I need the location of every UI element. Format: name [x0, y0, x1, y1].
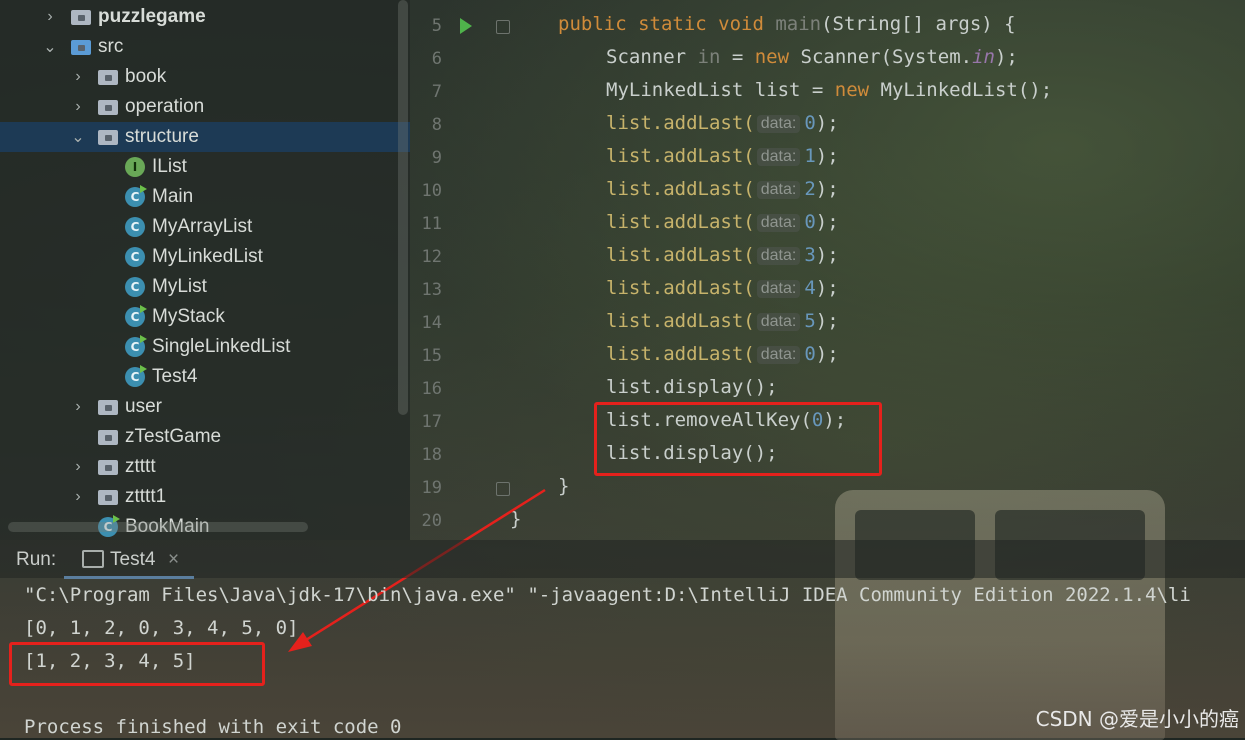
console-line-exit: Process finished with exit code 0 — [24, 716, 402, 738]
tab-test4[interactable]: Test4 × — [64, 546, 194, 579]
run-toolbar: Run: Test4 × — [0, 540, 1245, 579]
close-icon[interactable]: × — [168, 549, 179, 571]
console-line-output: [1, 2, 3, 4, 5] — [24, 650, 196, 672]
console-icon — [82, 550, 104, 568]
console-line-output: [0, 1, 2, 0, 3, 4, 5, 0] — [24, 617, 299, 639]
console-line-command: "C:\Program Files\Java\jdk-17\bin\java.e… — [24, 584, 1191, 606]
watermark: CSDN @爱是小小的癌 — [1035, 707, 1239, 731]
run-label: Run: — [16, 549, 57, 570]
tab-label: Test4 — [110, 549, 156, 570]
